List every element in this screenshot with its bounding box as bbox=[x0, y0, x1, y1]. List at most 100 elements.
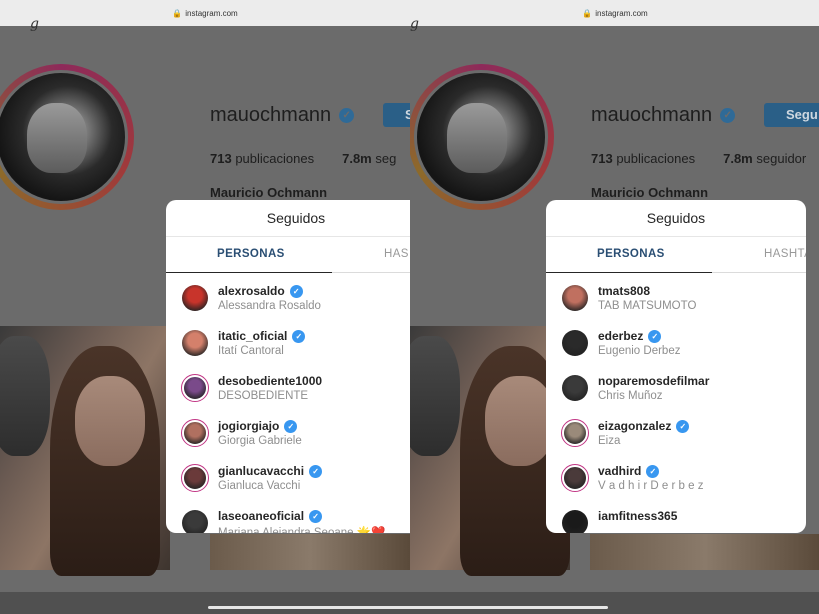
user-full-name: Chris Muñoz bbox=[598, 390, 663, 402]
user-avatar[interactable] bbox=[181, 374, 209, 402]
list-item[interactable]: gianlucavacchi ✓ Gianluca Vacchi bbox=[166, 461, 410, 506]
posts-label: publicaciones bbox=[616, 151, 696, 166]
username[interactable]: laseoaneoficial ✓ bbox=[218, 509, 323, 523]
verified-badge-icon: ✓ bbox=[284, 419, 298, 433]
user-avatar[interactable] bbox=[182, 510, 208, 533]
user-full-name: TAB MATSUMOTO bbox=[598, 300, 697, 312]
active-tab-indicator bbox=[166, 272, 332, 273]
verified-badge-icon: ✓ bbox=[289, 284, 303, 298]
list-item[interactable]: jogiorgiajo ✓ Giorgia Gabriele bbox=[166, 416, 410, 461]
profile-username: mauochmann ✓ bbox=[591, 104, 736, 127]
follow-button[interactable]: Segu bbox=[764, 103, 819, 127]
following-list: alexrosaldo ✓ Alessandra Rosaldo itatic_ofi… bbox=[166, 273, 410, 533]
user-avatar[interactable] bbox=[181, 464, 209, 492]
list-item[interactable]: vadhird ✓ V a d h i r D e r b e z bbox=[546, 461, 806, 506]
tab-hashtags[interactable]: HAS bbox=[384, 237, 409, 272]
list-item[interactable]: iamfitness365 bbox=[546, 506, 806, 533]
modal-title: Seguidos bbox=[166, 200, 410, 237]
post-thumbnail[interactable] bbox=[590, 534, 819, 570]
url-text: instagram.com bbox=[185, 8, 238, 18]
username[interactable]: desobediente1000 bbox=[218, 374, 322, 388]
list-item[interactable]: ederbez ✓ Eugenio Derbez bbox=[546, 326, 806, 371]
username[interactable]: gianlucavacchi ✓ bbox=[218, 464, 323, 478]
modal-tabs: PERSONAS HAS bbox=[166, 237, 410, 273]
profile-stats: 713 publicaciones 7.8m seg bbox=[210, 151, 396, 166]
user-avatar[interactable] bbox=[181, 419, 209, 447]
user-avatar[interactable] bbox=[562, 285, 588, 311]
username[interactable]: alexrosaldo ✓ bbox=[218, 284, 303, 298]
verified-badge-icon: ✓ bbox=[648, 329, 662, 343]
user-full-name: Mariana Alejandra Seoane 🌟❤️ bbox=[218, 527, 386, 533]
user-avatar[interactable] bbox=[562, 510, 588, 533]
user-full-name: V a d h i r D e r b e z bbox=[598, 480, 704, 492]
user-full-name: DESOBEDIENTE bbox=[218, 390, 309, 402]
user-full-name: Eugenio Derbez bbox=[598, 345, 681, 357]
verified-badge-icon: ✓ bbox=[292, 329, 306, 343]
tab-people[interactable]: PERSONAS bbox=[597, 237, 665, 272]
user-full-name: Gianluca Vacchi bbox=[218, 480, 301, 492]
user-full-name: Alessandra Rosaldo bbox=[218, 300, 321, 312]
list-item[interactable]: eizagonzalez ✓ Eiza bbox=[546, 416, 806, 461]
list-item[interactable]: alexrosaldo ✓ Alessandra Rosaldo bbox=[166, 281, 410, 326]
username[interactable]: ederbez ✓ bbox=[598, 329, 662, 343]
posts-count: 713 bbox=[210, 151, 232, 166]
post-row bbox=[410, 592, 819, 614]
right-screenshot-pane: 🔒 instagram.com g mauochmann ✓ Segu 713 … bbox=[410, 0, 819, 614]
list-item[interactable]: laseoaneoficial ✓ Mariana Alejandra Seoane… bbox=[166, 506, 410, 533]
user-full-name: Itatí Cantoral bbox=[218, 345, 284, 357]
verified-badge-icon: ✓ bbox=[309, 464, 323, 478]
username[interactable]: iamfitness365 bbox=[598, 509, 677, 523]
post-row bbox=[0, 592, 410, 614]
modal-tabs: PERSONAS HASHTAG bbox=[546, 237, 806, 273]
browser-url-bar[interactable]: 🔒 instagram.com g bbox=[0, 0, 410, 32]
user-full-name: Giorgia Gabriele bbox=[218, 435, 302, 447]
followers-count: 7.8m bbox=[342, 151, 372, 166]
tab-people[interactable]: PERSONAS bbox=[217, 237, 285, 272]
following-modal: Seguidos PERSONAS HASHTAG tmats808 TAB MA… bbox=[546, 200, 806, 533]
followers-label: seg bbox=[375, 151, 397, 166]
lock-icon: 🔒 bbox=[172, 8, 183, 18]
verified-badge-icon: ✓ bbox=[720, 108, 736, 123]
active-tab-indicator bbox=[546, 272, 712, 273]
profile-stats: 713 publicaciones 7.8m seguidor bbox=[591, 151, 806, 166]
username[interactable]: vadhird ✓ bbox=[598, 464, 660, 478]
home-indicator bbox=[410, 606, 608, 609]
user-avatar[interactable] bbox=[561, 419, 589, 447]
following-modal: Seguidos PERSONAS HAS alexrosaldo ✓ Alessa… bbox=[166, 200, 410, 533]
list-item[interactable]: desobediente1000 DESOBEDIENTE bbox=[166, 371, 410, 416]
profile-full-name: Mauricio Ochmann bbox=[210, 185, 328, 200]
left-screenshot-pane: 🔒 instagram.com g mauochmann ✓ S 713 pub… bbox=[0, 0, 410, 614]
user-avatar[interactable] bbox=[562, 375, 588, 401]
list-item[interactable]: itatic_oficial ✓ Itatí Cantoral bbox=[166, 326, 410, 371]
lock-icon: 🔒 bbox=[582, 8, 593, 18]
username[interactable]: jogiorgiajo ✓ bbox=[218, 419, 298, 433]
username[interactable]: noparemosdefilmar bbox=[598, 374, 709, 388]
verified-badge-icon: ✓ bbox=[339, 108, 355, 123]
post-thumbnail[interactable] bbox=[0, 326, 170, 576]
verified-badge-icon: ✓ bbox=[676, 419, 690, 433]
username[interactable]: tmats808 bbox=[598, 284, 650, 298]
user-full-name: Eiza bbox=[598, 435, 621, 447]
url-text: instagram.com bbox=[595, 8, 648, 18]
user-avatar[interactable] bbox=[182, 330, 208, 356]
modal-title: Seguidos bbox=[546, 200, 806, 237]
posts-label: publicaciones bbox=[235, 151, 315, 166]
post-thumbnail[interactable] bbox=[210, 534, 410, 570]
username[interactable]: eizagonzalez ✓ bbox=[598, 419, 690, 433]
follow-button[interactable]: S bbox=[383, 103, 410, 127]
user-avatar[interactable] bbox=[561, 464, 589, 492]
profile-username: mauochmann ✓ bbox=[210, 104, 355, 127]
profile-avatar[interactable] bbox=[0, 70, 128, 204]
followers-label: seguidor bbox=[756, 151, 807, 166]
profile-avatar[interactable] bbox=[414, 70, 548, 204]
instagram-logo-fragment: g bbox=[410, 16, 419, 32]
browser-url-bar[interactable]: 🔒 instagram.com g bbox=[410, 0, 819, 32]
user-avatar[interactable] bbox=[182, 285, 208, 311]
tab-hashtags[interactable]: HASHTAG bbox=[764, 237, 806, 272]
profile-full-name: Mauricio Ochmann bbox=[591, 185, 709, 200]
list-item[interactable]: noparemosdefilmar Chris Muñoz bbox=[546, 371, 806, 416]
user-avatar[interactable] bbox=[562, 330, 588, 356]
list-item[interactable]: tmats808 TAB MATSUMOTO bbox=[546, 281, 806, 326]
username[interactable]: itatic_oficial ✓ bbox=[218, 329, 306, 343]
followers-count: 7.8m bbox=[723, 151, 753, 166]
